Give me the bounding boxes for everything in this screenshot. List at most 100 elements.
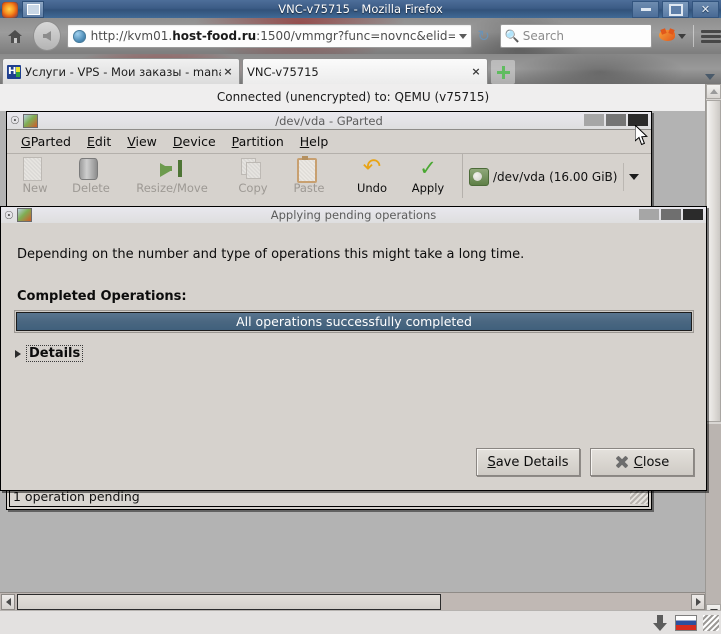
- vnc-status-text: Connected (unencrypted) to: QEMU (v75715…: [0, 84, 706, 111]
- menu-item-partition[interactable]: Partition: [224, 130, 292, 153]
- hamburger-menu-icon[interactable]: [700, 26, 721, 46]
- details-expander[interactable]: Details: [15, 345, 84, 362]
- apply-check-icon: ✓: [419, 156, 437, 180]
- apply-button[interactable]: ✓ Apply: [400, 154, 456, 196]
- browser-status-strip: [0, 610, 721, 634]
- undo-button[interactable]: ↶ Undo: [344, 154, 400, 196]
- search-icon: 🔍: [504, 29, 520, 43]
- toolbar-label: New: [22, 181, 48, 195]
- save-details-label: Save Details: [487, 454, 569, 470]
- close-icon[interactable]: ✕: [692, 1, 719, 18]
- download-arrow-icon[interactable]: [653, 614, 667, 631]
- tab-label: VNC-v75715: [247, 64, 319, 79]
- back-arrow-icon[interactable]: [32, 21, 61, 51]
- dialog-body: Depending on the number and type of oper…: [1, 223, 706, 490]
- russian-flag-icon[interactable]: [675, 614, 697, 631]
- scroll-up-arrow[interactable]: [706, 84, 721, 99]
- minimize-icon[interactable]: [632, 1, 659, 18]
- vertical-scroll-track[interactable]: [706, 424, 721, 604]
- menu-item-view[interactable]: View: [119, 130, 165, 153]
- toolbar-label: Paste: [293, 181, 325, 195]
- save-details-button[interactable]: Save Details: [476, 448, 580, 476]
- page-vertical-scrollbar[interactable]: [705, 84, 721, 634]
- close-label: Close: [633, 454, 670, 470]
- undo-icon: ↶: [362, 155, 382, 180]
- url-bar[interactable]: http://kvm01.host-food.ru:1500/vmmgr?fun…: [66, 24, 472, 48]
- window-controls: ✕: [632, 1, 719, 18]
- dialog-window-controls: [639, 209, 703, 220]
- tab-label: Услуги - VPS - Мои заказы - manager.h...: [25, 64, 221, 79]
- new-partition-button[interactable]: New: [7, 154, 63, 195]
- close-button[interactable]: [683, 209, 703, 220]
- chevron-down-icon[interactable]: [705, 74, 715, 80]
- tab-close-icon[interactable]: ×: [221, 65, 235, 78]
- globe-icon: [72, 29, 86, 43]
- mouse-pointer: [635, 125, 649, 146]
- horizontal-scroll-thumb[interactable]: [17, 594, 441, 610]
- chevron-down-icon[interactable]: [629, 173, 640, 180]
- delete-partition-icon: [79, 156, 103, 180]
- window-restore-button[interactable]: [22, 1, 44, 18]
- delete-partition-button[interactable]: Delete: [63, 154, 119, 195]
- hf-favicon: [7, 64, 21, 79]
- plus-icon[interactable]: [491, 60, 515, 84]
- chevron-down-icon[interactable]: [455, 33, 471, 39]
- home-icon[interactable]: [4, 23, 28, 49]
- gparted-menubar: GParted Edit View Device Partition Help: [7, 130, 651, 154]
- dialog-note: Depending on the number and type of oper…: [17, 247, 525, 262]
- close-button[interactable]: Close: [590, 448, 694, 476]
- chevron-down-icon[interactable]: [677, 33, 686, 39]
- menu-item-edit[interactable]: Edit: [79, 130, 119, 153]
- browser-navigation-toolbar: http://kvm01.host-food.ru:1500/vmmgr?fun…: [0, 18, 721, 54]
- device-label: /dev/vda (16.00 GiB): [493, 169, 618, 184]
- vertical-scroll-thumb[interactable]: [706, 100, 721, 422]
- maximize-icon[interactable]: [662, 1, 689, 18]
- vnc-horizontal-scrollbar[interactable]: [0, 592, 706, 611]
- minimize-button[interactable]: [639, 209, 659, 220]
- scroll-left-arrow[interactable]: [1, 594, 15, 610]
- scroll-right-arrow[interactable]: [691, 594, 705, 610]
- copy-icon: [241, 156, 265, 180]
- paste-icon: [297, 156, 321, 183]
- toolbar-label: Copy: [238, 181, 268, 195]
- toolbar-label: Undo: [356, 181, 388, 195]
- search-placeholder: Search: [522, 29, 565, 43]
- dialog-title: Applying pending operations: [270, 208, 437, 222]
- copy-button[interactable]: Copy: [225, 154, 281, 195]
- progress-bar-fill: All operations successfully completed: [16, 312, 692, 331]
- dialog-titlebar: ☉ Applying pending operations: [1, 207, 706, 224]
- search-input[interactable]: 🔍 Search: [499, 24, 652, 48]
- menu-item-gparted[interactable]: GParted: [13, 130, 79, 153]
- toolbar-label: Delete: [72, 181, 110, 195]
- minimize-button[interactable]: [584, 114, 604, 126]
- new-partition-icon: [23, 156, 47, 181]
- gparted-window-title: /dev/vda - GParted: [275, 113, 383, 128]
- toolbar-label: Resize/Move: [136, 181, 208, 195]
- dialog-button-row: Save Details Close: [476, 448, 694, 476]
- screen: VNC-v75715 - Mozilla Firefox ✕ http://kv…: [0, 0, 721, 634]
- gparted-titlebar: ☉ /dev/vda - GParted: [7, 112, 651, 130]
- maximize-button[interactable]: [661, 209, 681, 220]
- paste-button[interactable]: Paste: [281, 154, 337, 195]
- progress-bar-text: All operations successfully completed: [236, 314, 472, 329]
- browser-tab-strip: Услуги - VPS - Мои заказы - manager.h...…: [0, 54, 721, 84]
- device-selector[interactable]: /dev/vda (16.00 GiB): [463, 154, 651, 199]
- fox-addon-icon[interactable]: [658, 27, 676, 45]
- expander-triangle-icon: [15, 349, 21, 358]
- browser-tab-active[interactable]: VNC-v75715 ×: [242, 58, 488, 84]
- reload-icon[interactable]: ↻: [474, 24, 494, 48]
- browser-titlebar: VNC-v75715 - Mozilla Firefox ✕: [0, 0, 721, 18]
- menu-item-device[interactable]: Device: [165, 130, 224, 153]
- details-label: Details: [26, 345, 84, 362]
- browser-window-title: VNC-v75715 - Mozilla Firefox: [278, 2, 443, 16]
- resize-grip-icon[interactable]: [703, 614, 719, 631]
- gparted-toolbar: New Delete Resize/Move Copy Paste ↶ Undo…: [7, 154, 651, 200]
- menu-item-help[interactable]: Help: [292, 130, 337, 153]
- resize-move-button[interactable]: Resize/Move: [126, 154, 218, 195]
- browser-tab[interactable]: Услуги - VPS - Мои заказы - manager.h...…: [2, 58, 240, 84]
- toolbar-label: Apply: [411, 181, 445, 195]
- toolbar-divider: [623, 162, 625, 191]
- tab-close-icon[interactable]: ×: [469, 65, 483, 78]
- maximize-button[interactable]: [606, 114, 626, 126]
- firefox-icon: [2, 1, 18, 18]
